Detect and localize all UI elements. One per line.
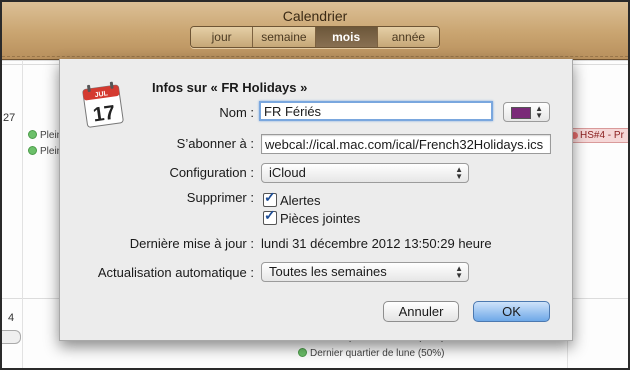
event-dot-icon	[298, 348, 307, 357]
alerts-checkbox[interactable]: ✓	[263, 189, 277, 207]
popup-arrows-icon: ▲ ▼	[455, 264, 463, 280]
calendar-event-chip[interactable]: HS#4 - Pr	[566, 128, 628, 143]
view-switcher: jour semaine mois année	[190, 26, 440, 48]
checkmark-icon: ✓	[264, 189, 276, 205]
auto-refresh-popup[interactable]: Toutes les semaines ▲ ▼	[261, 262, 469, 282]
alerts-label: Alertes	[280, 193, 321, 208]
color-swatch	[511, 107, 531, 119]
svg-text:17: 17	[92, 102, 117, 127]
grid-line	[22, 60, 23, 368]
name-field[interactable]: FR Fériés	[259, 101, 493, 121]
popup-arrows-icon: ▲ ▼	[455, 165, 463, 181]
day-number: 27	[3, 112, 16, 124]
calendar-window: Calendrier jour semaine mois année 27 4 …	[2, 2, 628, 368]
configuration-popup[interactable]: iCloud ▲ ▼	[261, 163, 469, 183]
view-day-button[interactable]: jour	[191, 27, 254, 47]
view-month-button[interactable]: mois	[315, 27, 378, 47]
alerts-checkbox-row[interactable]: ✓ Alertes	[263, 189, 321, 208]
color-picker-button[interactable]: ▲ ▼	[503, 102, 550, 122]
remove-label: Supprimer :	[186, 190, 254, 205]
event-dot-icon	[28, 146, 37, 155]
subscribe-url-field[interactable]: webcal://ical.mac.com/ical/French32Holid…	[261, 134, 551, 154]
window-title: Calendrier	[282, 8, 348, 24]
last-update-label: Dernière mise à jour :	[129, 236, 254, 251]
sheet-title: Infos sur « FR Holidays »	[152, 80, 308, 95]
cancel-button[interactable]: Annuler	[383, 301, 459, 322]
day-number: 4	[8, 312, 15, 324]
calendar-info-sheet: JUL 17 Infos sur « FR Holidays » Nom : F…	[59, 59, 573, 341]
title-bar: Calendrier jour semaine mois année	[2, 2, 628, 60]
configuration-value: iCloud	[269, 165, 306, 180]
checkmark-icon: ✓	[264, 207, 276, 223]
configuration-label: Configuration :	[169, 165, 254, 180]
ok-button[interactable]: OK	[473, 301, 550, 322]
calendar-icon: JUL 17	[82, 81, 124, 128]
auto-refresh-label: Actualisation automatique :	[97, 265, 254, 280]
auto-refresh-value: Toutes les semaines	[269, 264, 387, 279]
attachments-label: Pièces jointes	[280, 211, 361, 226]
view-year-button[interactable]: année	[377, 27, 439, 47]
popup-arrows-icon: ▲ ▼	[535, 104, 543, 120]
last-update-value: lundi 31 décembre 2012 13:50:29 heure	[261, 236, 492, 251]
attachments-checkbox-row[interactable]: ✓ Pièces jointes	[263, 207, 361, 226]
attachments-checkbox[interactable]: ✓	[263, 207, 277, 225]
selection-pill[interactable]	[2, 330, 21, 344]
calendar-event[interactable]: Dernier quartier de lune (50%)	[298, 348, 445, 359]
name-label: Nom :	[219, 105, 254, 120]
view-week-button[interactable]: semaine	[253, 27, 316, 47]
subscribe-label: S’abonner à :	[176, 136, 254, 151]
event-dot-icon	[28, 130, 37, 139]
